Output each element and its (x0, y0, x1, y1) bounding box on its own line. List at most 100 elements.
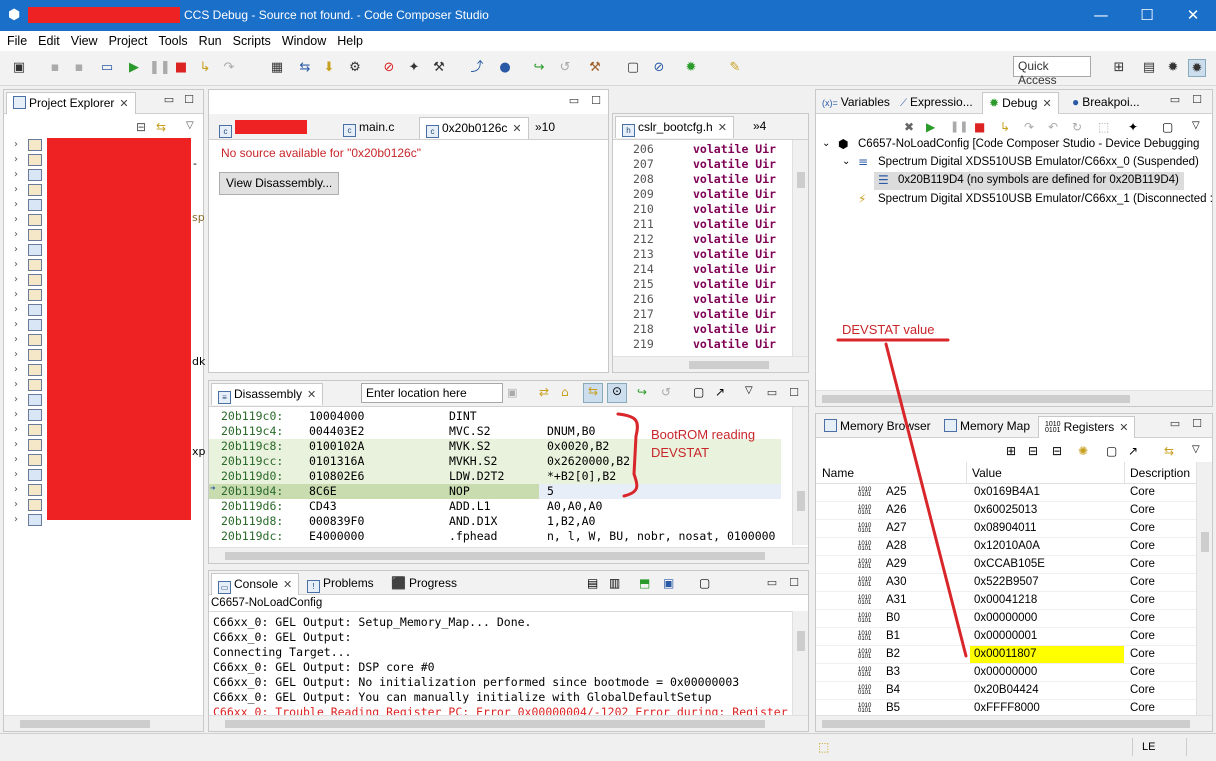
maximize-button[interactable]: ☐ (1124, 0, 1170, 31)
restart-icon[interactable]: ↻ (1072, 120, 1082, 134)
chevron-right-icon[interactable]: › (14, 364, 18, 375)
register-value[interactable]: 0x00041218 (970, 592, 1124, 609)
format-icon[interactable]: ✺ (1078, 444, 1088, 458)
step-over-icon[interactable]: ↷ (1024, 120, 1034, 134)
view-menu-icon[interactable]: ▽ (1192, 444, 1200, 455)
link-editor-icon[interactable]: ⇆ (156, 120, 166, 134)
chevron-right-icon[interactable]: › (14, 169, 18, 180)
chevron-right-icon[interactable]: › (14, 379, 18, 390)
chevron-right-icon[interactable]: › (14, 484, 18, 495)
core1-label[interactable]: Spectrum Digital XDS510USB Emulator/C66x… (878, 193, 1213, 205)
close-icon[interactable]: ✕ (283, 579, 292, 591)
tab-console[interactable]: ▭ Console ✕ (211, 573, 300, 595)
chevron-right-icon[interactable]: › (14, 229, 18, 240)
refresh-icon[interactable]: ↺ (661, 385, 671, 399)
register-row[interactable]: 1010 0101 A30 0x522B9507 Core (816, 574, 1196, 592)
horizontal-scrollbar[interactable] (4, 715, 203, 731)
view-menu-icon[interactable]: ▽ (186, 120, 194, 131)
tab-overflow[interactable]: »4 (747, 116, 772, 138)
minimize-view-icon[interactable]: ▭ (567, 94, 581, 108)
register-row[interactable]: 1010 0101 A28 0x12010A0A Core (816, 538, 1196, 556)
disassembly-row[interactable]: ➜ 20b119d4: 8C6E NOP 5 (209, 484, 781, 499)
new-view-icon[interactable]: ▢ (1162, 120, 1173, 134)
suspend-icon[interactable]: ❚❚ (149, 59, 171, 77)
chevron-right-icon[interactable]: › (14, 184, 18, 195)
disassembly-row[interactable]: 20b119d6: CD43 ADD.L1 A0,A0,A0 (209, 499, 781, 514)
register-value[interactable]: 0x522B9507 (970, 574, 1124, 591)
register-value[interactable]: 0x12010A0A (970, 538, 1124, 555)
tab-0x20b0126c[interactable]: c 0x20b0126c ✕ (419, 117, 529, 139)
horizontal-scrollbar[interactable] (613, 356, 808, 372)
stack-frame-label[interactable]: 0x20B119D4 (no symbols are defined for 0… (898, 174, 1179, 186)
view-menu-icon[interactable]: ▽ (745, 385, 753, 396)
home-icon[interactable]: ⌂ (561, 385, 569, 399)
tab-disassembly[interactable]: ≡ Disassembly ✕ (211, 383, 324, 405)
chevron-right-icon[interactable]: › (14, 499, 18, 510)
vertical-scrollbar[interactable] (792, 407, 808, 545)
maximize-view-icon[interactable]: ☐ (787, 386, 801, 400)
pin-view-icon[interactable]: ↗ (715, 385, 725, 399)
chevron-right-icon[interactable]: › (14, 349, 18, 360)
minimize-view-icon[interactable]: ▭ (765, 576, 779, 590)
register-row[interactable]: 1010 0101 B5 0xFFFF8000 Core (816, 700, 1196, 716)
go-icon[interactable]: ▣ (507, 386, 517, 399)
column-description[interactable]: Description (1130, 466, 1190, 480)
chevron-right-icon[interactable]: › (14, 409, 18, 420)
register-value[interactable]: 0x00000000 (970, 664, 1124, 681)
tab-redacted-file[interactable]: c (213, 117, 313, 139)
step-into-icon[interactable]: ↳ (1000, 120, 1010, 134)
register-row[interactable]: 1010 0101 A29 0xCCAB105E Core (816, 556, 1196, 574)
tools-icon[interactable]: ⚒ (430, 59, 448, 77)
tab-registers[interactable]: 1010 0101 Registers ✕ (1038, 416, 1136, 438)
menu-item-project[interactable]: Project (105, 31, 152, 51)
vertical-scrollbar[interactable] (792, 611, 808, 715)
search-icon[interactable]: ⊘ (650, 59, 668, 77)
tab-cslr-bootcfg-h[interactable]: h cslr_bootcfg.h ✕ (615, 116, 734, 138)
open-console-icon[interactable]: ▢ (624, 59, 642, 77)
target-icon[interactable]: ✦ (405, 59, 423, 77)
collapse-all-icon[interactable]: ⊟ (136, 120, 146, 134)
ccs-edit-perspective-icon[interactable]: ▤ (1140, 59, 1158, 77)
run-to-icon[interactable]: ⤴ (468, 59, 486, 77)
chevron-right-icon[interactable]: › (14, 274, 18, 285)
close-button[interactable]: ✕ (1170, 0, 1216, 31)
menu-item-view[interactable]: View (67, 31, 102, 51)
show-source-icon[interactable]: ⊙ (607, 383, 627, 403)
chevron-right-icon[interactable]: › (14, 319, 18, 330)
new-icon[interactable]: ▣ (10, 59, 28, 77)
sync-icon[interactable]: ⇄ (539, 385, 549, 399)
close-icon[interactable]: ✕ (1119, 422, 1128, 434)
minimize-button[interactable]: — (1078, 0, 1124, 31)
suspend-icon[interactable]: ❚❚ (950, 120, 968, 133)
register-value[interactable]: 0xFFFF8000 (970, 700, 1124, 716)
tab-memory-map[interactable]: Memory Map (938, 416, 1036, 438)
maximize-view-icon[interactable]: ☐ (182, 93, 196, 107)
build-icon[interactable]: ⚒ (586, 59, 604, 77)
menu-item-help[interactable]: Help (333, 31, 367, 51)
menu-item-tools[interactable]: Tools (154, 31, 191, 51)
assembly-step-icon[interactable]: ● (496, 59, 514, 77)
register-value[interactable]: 0x60025013 (970, 502, 1124, 519)
step-icon[interactable]: ↪ (637, 385, 647, 399)
terminate-icon[interactable]: ■ (974, 120, 985, 134)
tab-debug[interactable]: ✹ Debug ✕ (982, 92, 1059, 114)
vertical-scrollbar[interactable] (792, 140, 808, 356)
menu-item-window[interactable]: Window (278, 31, 330, 51)
restart-icon[interactable]: ↺ (556, 59, 574, 77)
debug-icon[interactable]: ✹ (682, 59, 700, 77)
quick-access-input[interactable]: Quick Access (1013, 56, 1091, 87)
chevron-right-icon[interactable]: › (14, 154, 18, 165)
minimize-view-icon[interactable]: ▭ (765, 386, 779, 400)
tab-variables[interactable]: (x)= Variables (816, 92, 896, 114)
register-row[interactable]: 1010 0101 A31 0x00041218 Core (816, 592, 1196, 610)
resume-icon[interactable]: ▶ (125, 59, 143, 77)
display-console-icon[interactable]: ▣ (663, 576, 674, 590)
new-register-group-icon[interactable]: ⊞ (1006, 444, 1016, 458)
new-view-icon[interactable]: ▢ (693, 385, 704, 399)
tab-project-explorer[interactable]: Project Explorer ✕ (6, 92, 136, 114)
horizontal-scrollbar[interactable] (209, 547, 808, 563)
step-into-icon[interactable]: ↳ (196, 59, 214, 77)
menu-item-run[interactable]: Run (195, 31, 226, 51)
connect-icon[interactable]: ⇆ (296, 59, 314, 77)
tab-expressions[interactable]: ⟋ Expressio... (894, 92, 979, 114)
